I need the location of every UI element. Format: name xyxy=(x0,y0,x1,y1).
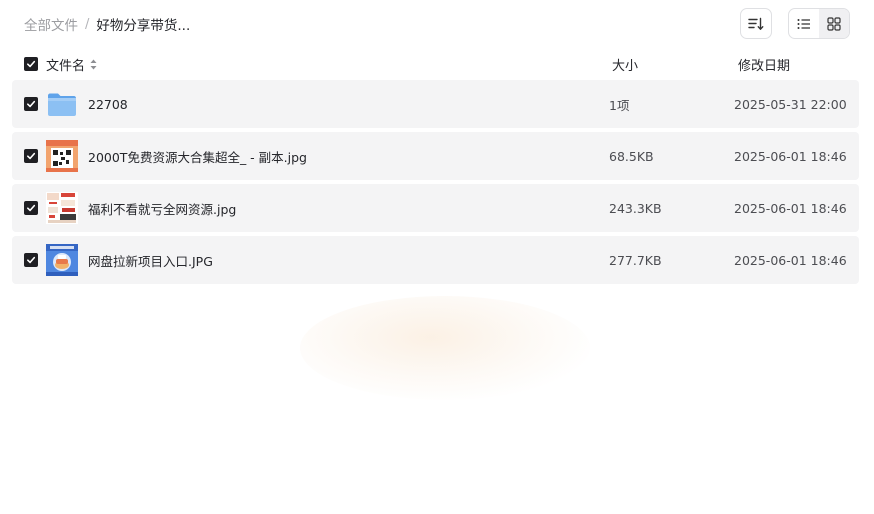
image-thumbnail-icon xyxy=(46,244,78,276)
select-all-checkbox[interactable] xyxy=(24,57,38,71)
file-row[interactable]: 福利不看就亏全网资源.jpg 243.3KB 2025-06-01 18:46 xyxy=(12,184,859,232)
column-header-name[interactable]: 文件名 xyxy=(46,55,97,74)
grid-view-button[interactable] xyxy=(819,9,849,38)
file-name[interactable]: 福利不看就亏全网资源.jpg xyxy=(88,199,236,218)
file-size: 243.3KB xyxy=(609,200,662,216)
file-size: 68.5KB xyxy=(609,148,654,164)
empty-area-glow xyxy=(300,296,590,400)
file-date: 2025-06-01 18:46 xyxy=(734,200,847,216)
file-name[interactable]: 2000T免费资源大合集超全_ - 副本.jpg xyxy=(88,147,307,166)
list-view-icon xyxy=(797,18,810,29)
checkmark-icon xyxy=(26,204,36,212)
checkmark-icon xyxy=(26,256,36,264)
file-name[interactable]: 网盘拉新项目入口.JPG xyxy=(88,251,213,270)
file-row[interactable]: 网盘拉新项目入口.JPG 277.7KB 2025-06-01 18:46 xyxy=(12,236,859,284)
breadcrumb: 全部文件 / 好物分享带货... xyxy=(24,14,191,35)
file-list-header: 文件名 大小 修改日期 xyxy=(12,50,859,78)
sort-caret-icon xyxy=(90,59,97,70)
row-checkbox[interactable] xyxy=(24,149,38,163)
row-checkbox[interactable] xyxy=(24,201,38,215)
grid-view-icon xyxy=(827,16,841,31)
view-mode-toggle xyxy=(788,8,850,39)
column-header-date[interactable]: 修改日期 xyxy=(738,55,790,74)
file-row[interactable]: 2000T免费资源大合集超全_ - 副本.jpg 68.5KB 2025-06-… xyxy=(12,132,859,180)
file-size: 277.7KB xyxy=(609,252,662,268)
file-date: 2025-05-31 22:00 xyxy=(734,96,847,112)
checkmark-icon xyxy=(26,60,36,68)
checkmark-icon xyxy=(26,152,36,160)
breadcrumb-current-folder: 好物分享带货... xyxy=(96,18,191,34)
list-view-button[interactable] xyxy=(789,9,819,38)
checkmark-icon xyxy=(26,100,36,108)
sort-icon xyxy=(748,17,764,30)
image-thumbnail-icon xyxy=(46,192,78,224)
file-date: 2025-06-01 18:46 xyxy=(734,252,847,268)
image-thumbnail-icon xyxy=(46,140,78,172)
file-date: 2025-06-01 18:46 xyxy=(734,148,847,164)
row-checkbox[interactable] xyxy=(24,97,38,111)
row-checkbox[interactable] xyxy=(24,253,38,267)
file-row[interactable]: 22708 1项 2025-05-31 22:00 xyxy=(12,80,859,128)
breadcrumb-separator: / xyxy=(85,16,90,32)
file-size: 1项 xyxy=(609,97,630,113)
file-name[interactable]: 22708 xyxy=(88,97,128,112)
sort-button[interactable] xyxy=(740,8,772,39)
column-header-size[interactable]: 大小 xyxy=(612,55,638,74)
folder-icon xyxy=(48,93,76,116)
column-header-name-label: 文件名 xyxy=(46,58,86,74)
breadcrumb-root-link[interactable]: 全部文件 xyxy=(24,14,78,34)
